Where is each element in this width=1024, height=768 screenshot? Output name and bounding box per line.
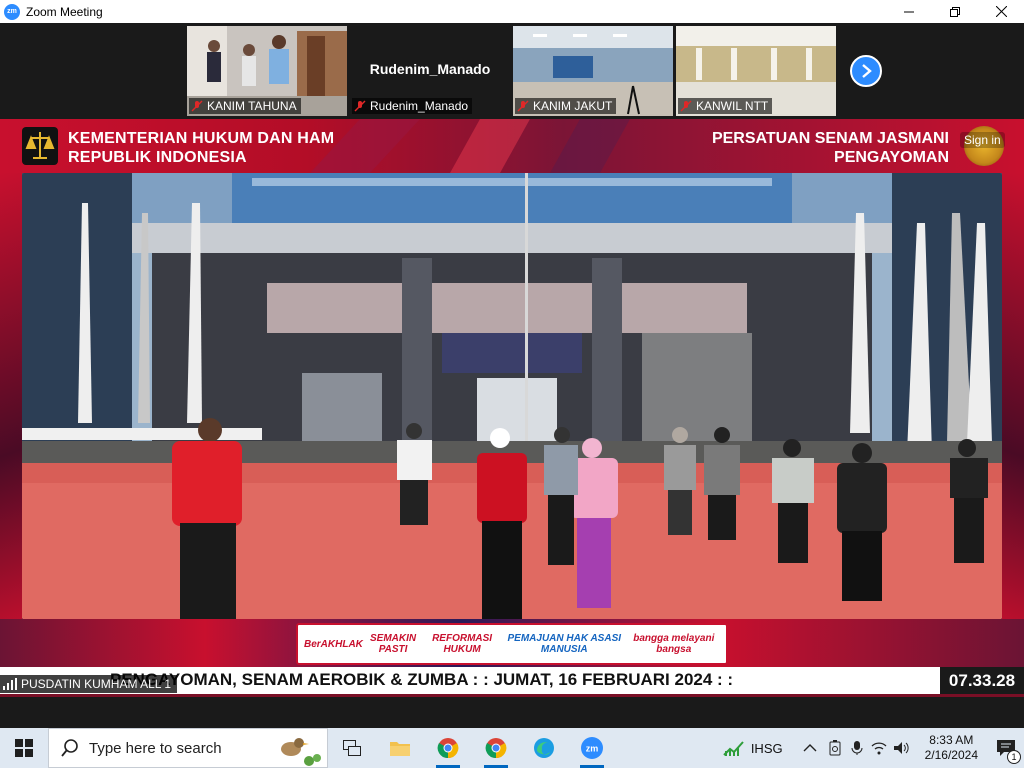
ministry-line-1: KEMENTERIAN HUKUM DAN HAM [68,130,335,147]
task-view-button[interactable] [328,728,376,768]
taskbar-clock[interactable]: 8:33 AM 2/16/2024 [925,733,978,763]
task-view-icon [343,740,361,756]
chrome-button[interactable] [424,728,472,768]
title-bar: zm Zoom Meeting [0,0,1024,23]
dancer-figure [837,443,887,601]
participant-label: Rudenim_Manado [352,98,473,114]
instructor-figure [172,418,242,619]
windows-logo-icon [15,739,33,757]
signal-bars-icon [3,678,17,690]
logo-berakhlak: BerAKHLAK [304,638,363,650]
search-highlight-bird-icon [281,738,321,766]
mic-muted-icon [191,100,203,112]
restore-icon [950,6,960,17]
participant-name-center: Rudenim_Manado [369,61,491,77]
close-icon [995,6,1007,17]
active-speaker-label: PUSDATIN KUMHAM ALL 1 [0,675,178,693]
logo-semakin-pasti: SEMAKIN PASTI [370,633,417,655]
org-line-1: PERSATUAN SENAM JASMANI [711,130,949,147]
chevron-right-icon [862,64,872,78]
edge-icon [534,738,554,758]
taskbar-time: 8:33 AM [929,733,974,747]
participant-tile[interactable]: Rudenim_Manado Rudenim_Manado [350,26,510,116]
zoom-taskbar-button[interactable]: zm [568,728,616,768]
ministry-emblem-icon [22,127,58,165]
battery-saver-icon[interactable] [827,740,843,756]
zoom-logo-icon: zm [4,3,20,20]
logo-reformasi-hukum: REFORMASI HUKUM [432,633,493,655]
search-icon [61,739,78,757]
ticker-text: PENGAYOMAN, SENAM AEROBIK & ZUMBA : : JU… [110,670,734,689]
live-video-feed [22,173,1002,619]
windows-taskbar: Type here to search zm IHSG 8:33 AM 2/16… [0,728,1024,768]
dancer-figure [544,427,578,565]
minimize-icon [904,11,914,12]
scales-of-justice-icon [25,132,55,159]
broadcast-clock: 07.33.28 [940,667,1024,694]
org-line-2: PENGAYOMAN [834,149,949,166]
meeting-controls-area [0,697,1024,728]
frame-edge-left [0,173,22,639]
participant-name: Rudenim_Manado [370,99,469,113]
file-explorer-button[interactable] [376,728,424,768]
mic-muted-icon [517,100,529,112]
participant-tile[interactable]: KANWIL NTT [676,26,836,116]
participant-tile[interactable]: KANIM JAKUT [513,26,673,116]
network-icon[interactable] [871,741,887,755]
taskbar-search-box[interactable]: Type here to search [48,728,328,768]
notification-center-button[interactable]: 1 [988,728,1024,768]
active-speaker-name: PUSDATIN KUMHAM ALL 1 [21,677,172,691]
mic-muted-icon [354,100,366,112]
participant-name: KANIM TAHUNA [207,99,297,113]
mic-muted-icon [680,100,692,112]
restore-button[interactable] [932,0,978,23]
close-button[interactable] [978,0,1024,23]
zoom-icon: zm [581,737,603,759]
participant-strip: KANIM TAHUNA Rudenim_Manado Rudenim_Mana… [0,23,1024,119]
taskbar-date: 2/16/2024 [924,748,978,762]
system-tray: IHSG 8:33 AM 2/16/2024 1 [723,728,1024,768]
ministry-name: KEMENTERIAN HUKUM DAN HAM REPUBLIK INDON… [68,129,334,167]
stock-ticker-label[interactable]: IHSG [751,741,783,756]
sign-in-link[interactable]: Sign in [960,132,1005,148]
chrome-icon [437,738,459,759]
logo-bangga-melayani: bangga melayani bangsa [633,633,715,655]
main-video-stage: KEMENTERIAN HUKUM DAN HAM REPUBLIK INDON… [0,119,1024,697]
participant-label: KANIM JAKUT [515,98,617,114]
chrome-icon [485,738,507,759]
participant-name: KANIM JAKUT [533,99,613,113]
chrome-profile-button[interactable] [472,728,520,768]
svg-text:zm: zm [586,744,599,754]
event-org-name: PERSATUAN SENAM JASMANI PENGAYOMAN [712,129,949,167]
logo-pemajuan-ham: PEMAJUAN HAK ASASI MANUSIA [507,633,622,655]
participant-tile[interactable]: KANIM TAHUNA [187,26,347,116]
window-controls [886,0,1024,23]
window-title: Zoom Meeting [26,4,103,19]
program-logos: BerAKHLAK SEMAKIN PASTI REFORMASI HUKUM … [296,623,728,665]
participant-label: KANWIL NTT [678,98,773,114]
ministry-line-2: REPUBLIK INDONESIA [68,149,247,166]
header-stripes [310,119,630,173]
stock-chart-icon [723,741,744,756]
chevron-up-icon[interactable] [803,743,817,753]
dancer-figure [477,428,527,619]
frame-edge-right [1002,173,1024,639]
participant-name: KANWIL NTT [696,99,769,113]
edge-button[interactable] [520,728,568,768]
microphone-icon[interactable] [851,740,863,756]
search-placeholder: Type here to search [89,739,222,757]
participant-label: KANIM TAHUNA [189,98,301,114]
volume-icon[interactable] [893,741,911,755]
next-page-button[interactable] [850,55,882,87]
start-button[interactable] [0,728,48,768]
exercise-scene [22,173,1002,619]
notification-badge: 1 [1007,750,1021,764]
folder-icon [390,742,410,756]
minimize-button[interactable] [886,0,932,23]
